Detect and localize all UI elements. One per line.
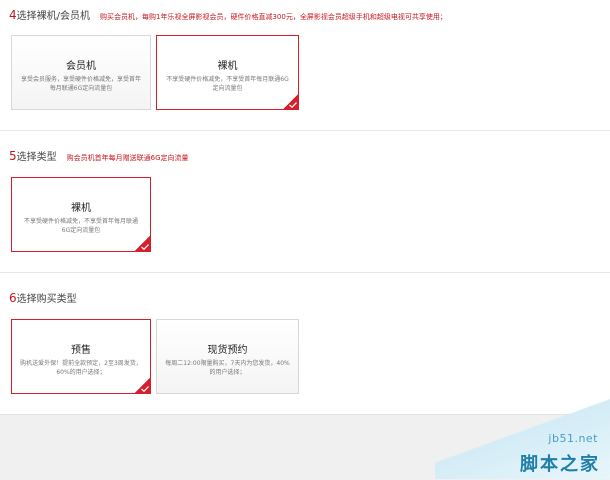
watermark-logo-text: 脚本之家 [520, 454, 600, 475]
selected-check-icon [135, 378, 150, 393]
section-choose-type: 5选择类型 购会员机首年每月赠送联通6G定向流量 裸机 不享受硬件价格减免，不享受… [0, 130, 610, 271]
option-card-member-phone[interactable]: 会员机 享受会员服务，享受硬件价格减免，享受首年每月联通6G定向流量包 [11, 35, 151, 110]
option-description: 不享受硬件价格减免，不享受首年每月联通6G定向流量包 [166, 76, 289, 92]
step-title: 选择购买类型 [16, 294, 77, 305]
option-description: 享受会员服务，享受硬件价格减免，享受首年每月联通6G定向流量包 [20, 76, 141, 92]
option-title: 裸机 [71, 203, 91, 214]
step-number: 4 [9, 8, 17, 22]
option-card-presale[interactable]: 预售 购机送爱外保！提前全款预定，2至3周发货，60%的用户选择； [11, 319, 151, 394]
option-title: 会员机 [66, 61, 96, 72]
section-header: 4选择裸机/会员机 购买会员机，每购1年乐视全屏影视会员，硬件价格直减300元，全… [9, 4, 447, 23]
option-title: 裸机 [217, 61, 238, 72]
selected-check-icon [283, 94, 298, 109]
option-description: 每周二12:00限量购买，7天内为您发货，40%的用户选择； [165, 360, 290, 376]
option-title: 现货预约 [207, 345, 248, 356]
option-card-in-stock-reservation[interactable]: 现货预约 每周二12:00限量购买，7天内为您发货，40%的用户选择； [156, 319, 299, 394]
selected-check-icon [135, 236, 150, 251]
section-header: 5选择类型 购会员机首年每月赠送联通6G定向流量 [9, 145, 189, 164]
option-title: 预售 [71, 345, 91, 356]
step-title: 选择裸机/会员机 [16, 11, 91, 22]
section-choose-purchase-type: 6选择购买类型 预售 购机送爱外保！提前全款预定，2至3周发货，60%的用户选择… [0, 272, 610, 415]
section-choose-device: 4选择裸机/会员机 购买会员机，每购1年乐视全屏影视会员，硬件价格直减300元，全… [0, 0, 610, 128]
step-title: 选择类型 [16, 152, 57, 163]
step-number: 6 [9, 291, 17, 305]
option-description: 购机送爱外保！提前全款预定，2至3周发货，60%的用户选择； [20, 360, 142, 376]
option-description: 不享受硬件价格减免，不享受首年每月联通6G定向流量包 [23, 218, 138, 234]
option-card-bare-phone[interactable]: 裸机 不享受硬件价格减免，不享受首年每月联通6G定向流量包 [11, 177, 151, 252]
option-card-bare-phone[interactable]: 裸机 不享受硬件价格减免，不享受首年每月联通6G定向流量包 [156, 35, 299, 110]
step-number: 5 [9, 149, 17, 163]
step-note: 购买会员机，每购1年乐视全屏影视会员，硬件价格直减300元，全屏影视会员超级手机… [100, 13, 447, 21]
watermark-domain: jb51.net [548, 432, 598, 445]
step-note: 购会员机首年每月赠送联通6G定向流量 [66, 154, 189, 162]
section-header: 6选择购买类型 [9, 287, 77, 306]
